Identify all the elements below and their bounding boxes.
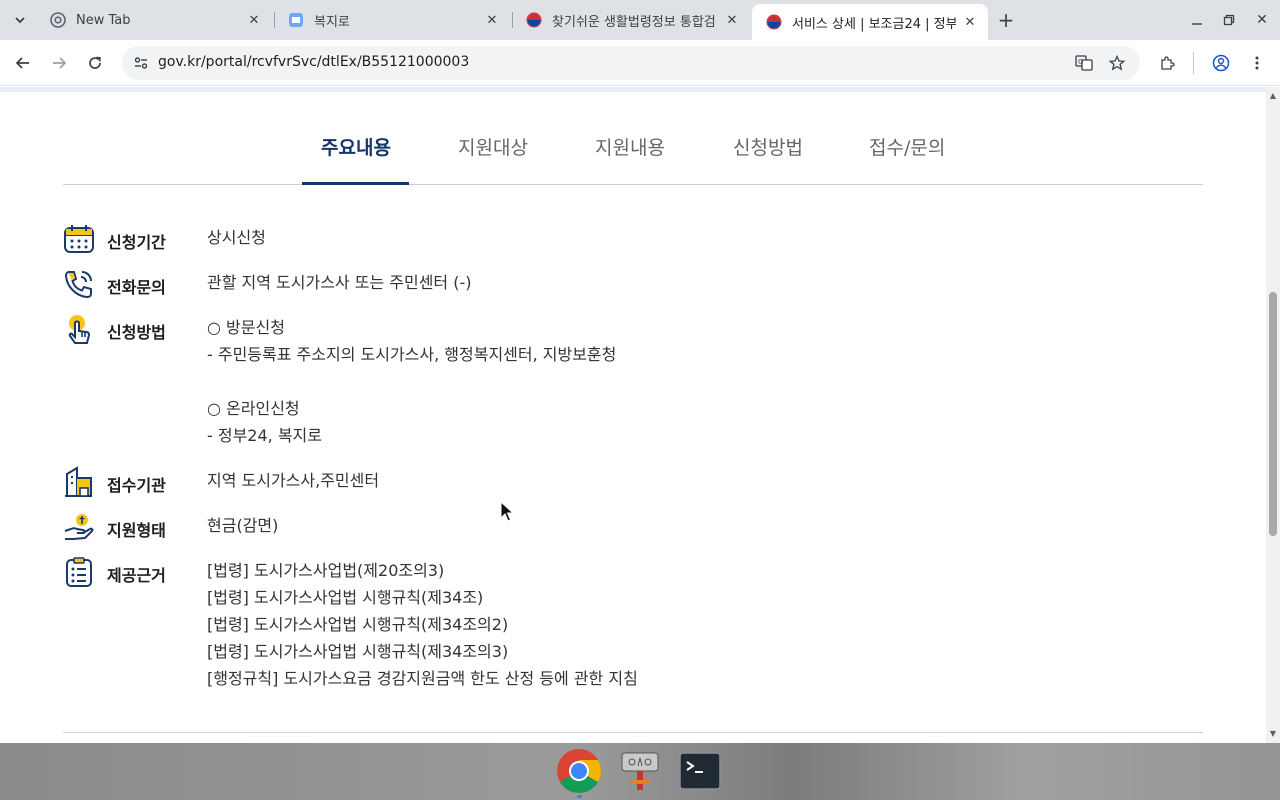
gov-emblem-icon	[526, 12, 542, 28]
detail-line: - 주민등록표 주소지의 도시가스사, 행정복지센터, 지방보훈청	[207, 345, 617, 364]
detail-line: [행정규칙] 도시가스요금 경감지원금액 한도 산정 등에 관한 지침	[207, 669, 638, 688]
browser-tab-bokjiro[interactable]: 복지로 ✕	[274, 0, 510, 40]
browser-tab-new-tab[interactable]: New Tab ✕	[36, 0, 272, 40]
section-tab-nav: 주요내용 지원대상 지원내용 신청방법 접수/문의	[63, 117, 1203, 185]
detail-value: [법령] 도시가스사업법(제20조의3) [법령] 도시가스사업법 시행규칙(제…	[207, 557, 638, 692]
profile-icon[interactable]	[1209, 51, 1233, 75]
close-tab-icon[interactable]: ✕	[484, 12, 500, 28]
detail-line: ○ 방문신청	[207, 318, 285, 337]
chrome-app-icon[interactable]	[556, 748, 602, 794]
detail-label: 접수기관	[107, 476, 166, 495]
close-tab-icon[interactable]: ✕	[724, 12, 740, 28]
detail-label: 제공근거	[107, 566, 166, 585]
bokjiro-icon	[288, 12, 304, 28]
reload-icon[interactable]	[83, 51, 107, 75]
mouse-cursor-icon	[500, 501, 514, 522]
browser-toolbar: gov.kr/portal/rcvfvrSvc/dtlEx/B551210000…	[0, 40, 1280, 86]
close-tab-icon[interactable]: ✕	[246, 12, 262, 28]
file-tool-app-icon[interactable]	[617, 748, 663, 794]
detail-label: 신청방법	[107, 323, 166, 342]
bookmark-star-icon[interactable]	[1108, 54, 1126, 72]
detail-label: 전화문의	[107, 278, 166, 297]
scroll-up-arrow-icon[interactable]: ▲	[1269, 91, 1277, 100]
detail-value: 관할 지역 도시가스사 또는 주민센터 (-)	[207, 269, 472, 296]
minimize-icon[interactable]	[1185, 8, 1209, 32]
scroll-down-arrow-icon[interactable]: ▼	[1269, 729, 1277, 738]
detail-line: 상시신청	[207, 228, 266, 247]
header-bottom-strip	[0, 87, 1266, 92]
active-tab-indicator	[302, 182, 409, 185]
os-taskbar	[0, 743, 1280, 800]
url-text[interactable]: gov.kr/portal/rcvfvrSvc/dtlEx/B551210000…	[158, 54, 469, 70]
browser-tab-strip: New Tab ✕ 복지로 ✕ 찾기쉬운 생활법령정보 통합검 ✕ 서비스 상세…	[0, 0, 1280, 40]
detail-line: [법령] 도시가스사업법 시행규칙(제34조의3)	[207, 642, 509, 661]
tab-title: 찾기쉬운 생활법령정보 통합검	[552, 14, 716, 30]
scrollbar-thumb[interactable]	[1269, 292, 1277, 536]
phone-icon	[63, 268, 95, 300]
detail-value: 지역 도시가스사,주민센터	[207, 467, 379, 494]
detail-line: 관할 지역 도시가스사 또는 주민센터 (-)	[207, 273, 472, 292]
page-content: 주요내용 지원대상 지원내용 신청방법 접수/문의 신청기간 상시신청 전화문의…	[0, 87, 1266, 743]
extensions-puzzle-icon[interactable]	[1155, 51, 1179, 75]
gov-emblem-icon	[766, 14, 782, 30]
detail-line: 현금(감면)	[207, 516, 279, 535]
detail-line: - 정부24, 복지로	[207, 426, 322, 445]
close-window-icon[interactable]: ✕	[1250, 8, 1274, 32]
building-icon	[63, 466, 95, 498]
back-arrow-icon[interactable]	[11, 51, 35, 75]
tab-contact[interactable]: 접수/문의	[869, 133, 945, 160]
tab-title: 서비스 상세 | 보조금24 | 정부	[792, 16, 956, 32]
browser-tab-law-info[interactable]: 찾기쉬운 생활법령정보 통합검 ✕	[512, 0, 750, 40]
svg-text:G: G	[1078, 58, 1083, 66]
browser-tab-gov24-service[interactable]: 서비스 상세 | 보조금24 | 정부 ✕	[752, 4, 988, 40]
detail-line: [법령] 도시가스사업법(제20조의3)	[207, 561, 445, 580]
list-icon	[63, 556, 95, 588]
translate-icon[interactable]: G	[1075, 54, 1093, 72]
detail-value: 상시신청	[207, 224, 266, 251]
forward-arrow-icon[interactable]	[47, 51, 71, 75]
address-bar[interactable]: gov.kr/portal/rcvfvrSvc/dtlEx/B551210000…	[122, 46, 1140, 80]
section-divider	[63, 732, 1203, 733]
detail-line: [법령] 도시가스사업법 시행규칙(제34조)	[207, 588, 484, 607]
detail-line: ○ 온라인신청	[207, 399, 300, 418]
detail-label: 지원형태	[107, 521, 166, 540]
calendar-icon	[63, 223, 95, 255]
tab-title: 복지로	[314, 14, 350, 30]
tab-eligibility[interactable]: 지원대상	[458, 133, 528, 160]
tab-application-method[interactable]: 신청방법	[733, 133, 803, 160]
running-indicator	[577, 795, 582, 798]
detail-value: ○ 방문신청 - 주민등록표 주소지의 도시가스사, 행정복지센터, 지방보훈청…	[207, 314, 616, 449]
tab-main-content[interactable]: 주요내용	[321, 133, 391, 160]
chrome-icon	[50, 12, 66, 28]
menu-kebab-icon[interactable]	[1245, 51, 1269, 75]
tab-title: New Tab	[76, 12, 131, 28]
close-tab-icon[interactable]: ✕	[962, 14, 978, 30]
terminal-app-icon[interactable]	[677, 748, 723, 794]
detail-line: [법령] 도시가스사업법 시행규칙(제34조의2)	[207, 615, 509, 634]
detail-line-blank	[207, 368, 616, 395]
touch-icon	[63, 313, 95, 345]
hand-coin-icon	[63, 511, 95, 543]
new-tab-plus-icon[interactable]: +	[994, 8, 1018, 32]
detail-line: 지역 도시가스사,주민센터	[207, 471, 380, 490]
restore-icon[interactable]	[1217, 8, 1241, 32]
tab-search-chevron-icon[interactable]	[6, 8, 34, 32]
detail-value: 현금(감면)	[207, 512, 278, 539]
page-scrollbar[interactable]: ▲ ▼	[1266, 87, 1280, 743]
detail-label: 신청기간	[107, 233, 166, 252]
tab-benefits[interactable]: 지원내용	[595, 133, 665, 160]
toolbar-divider	[1193, 52, 1194, 74]
site-settings-icon[interactable]	[132, 54, 150, 72]
